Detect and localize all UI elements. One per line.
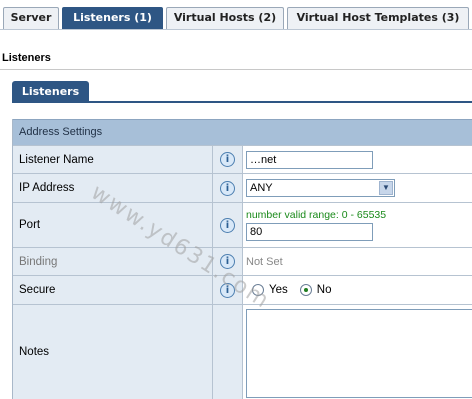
section-header: Address Settings — [13, 119, 472, 145]
listener-name-input[interactable]: …net — [246, 150, 373, 169]
field-label: Notes — [13, 305, 213, 399]
address-settings-table: Address Settings Listener Name i …net IP… — [12, 119, 472, 399]
info-icon[interactable]: i — [220, 152, 235, 167]
chevron-down-icon[interactable]: ▼ — [379, 181, 393, 195]
field-label: Secure — [13, 276, 213, 304]
info-icon[interactable]: i — [220, 180, 235, 196]
port-hint: number valid range: 0 - 65535 — [246, 209, 387, 221]
info-cell: i — [213, 174, 243, 202]
secure-no-radio[interactable]: No — [299, 284, 332, 296]
port-input[interactable]: 80 — [246, 223, 373, 241]
field-label: Listener Name — [13, 146, 213, 173]
tab-listeners[interactable]: Listeners (1) — [62, 7, 163, 29]
tab-virtual-hosts[interactable]: Virtual Hosts (2) — [166, 7, 284, 29]
info-cell: i — [213, 203, 243, 247]
notes-textarea[interactable] — [246, 309, 472, 398]
row-notes: Notes — [13, 304, 472, 399]
row-ip-address: IP Address i ANY ▼ — [13, 173, 472, 202]
tab-virtual-host-templates[interactable]: Virtual Host Templates (3) — [287, 7, 469, 29]
top-tab-bar: Server Listeners (1) Virtual Hosts (2) V… — [0, 0, 472, 30]
ip-address-value: ANY — [250, 182, 273, 194]
subtab-underline — [12, 101, 472, 103]
tab-server[interactable]: Server — [3, 7, 59, 29]
subtab-listeners[interactable]: Listeners — [12, 81, 89, 102]
info-cell: i — [213, 146, 243, 173]
row-listener-name: Listener Name i …net — [13, 145, 472, 173]
info-cell — [213, 305, 243, 399]
binding-value: Not Set — [246, 255, 283, 268]
ip-address-select[interactable]: ANY ▼ — [246, 179, 395, 197]
radio-label: No — [316, 284, 332, 296]
row-port: Port i number valid range: 0 - 65535 80 — [13, 202, 472, 247]
divider — [0, 69, 472, 70]
info-icon[interactable]: i — [220, 217, 235, 233]
page-title: Listeners — [2, 52, 51, 64]
row-binding: Binding i Not Set — [13, 247, 472, 275]
